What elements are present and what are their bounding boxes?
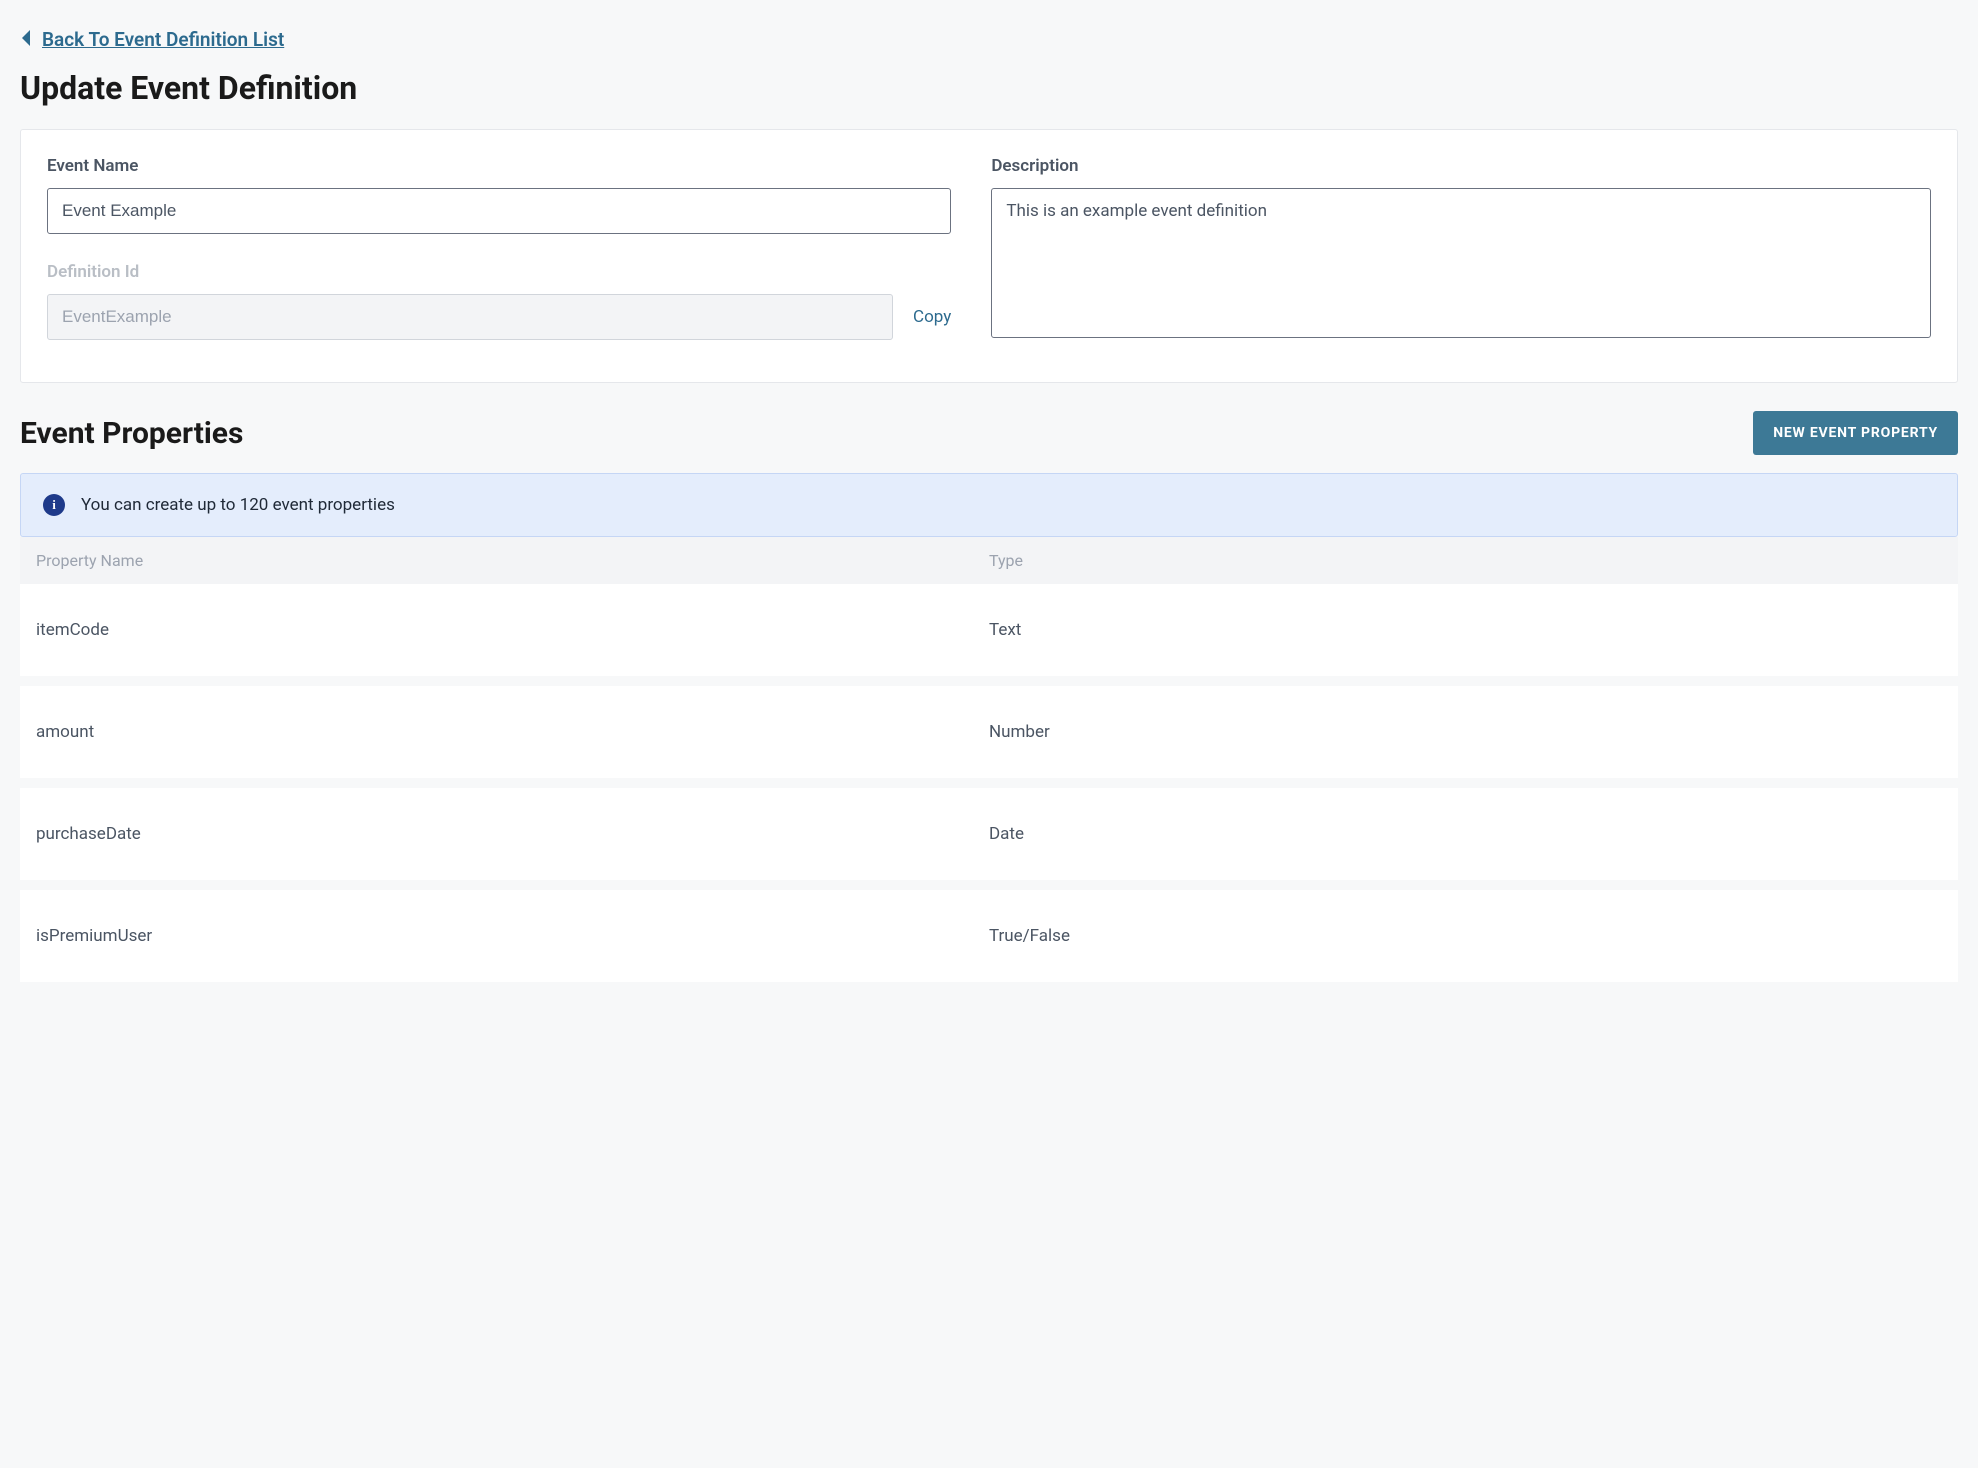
description-textarea[interactable] — [991, 188, 1931, 338]
property-type-cell: Number — [989, 722, 1942, 742]
property-type-cell: Date — [989, 824, 1942, 844]
property-type-cell: True/False — [989, 926, 1942, 946]
info-icon: i — [43, 494, 65, 516]
property-name-cell: amount — [36, 722, 989, 742]
header-property-name: Property Name — [36, 551, 989, 570]
info-banner: i You can create up to 120 event propert… — [20, 473, 1958, 537]
new-event-property-button[interactable]: NEW EVENT PROPERTY — [1753, 411, 1958, 455]
info-banner-text: You can create up to 120 event propertie… — [81, 495, 395, 515]
definition-id-input — [47, 294, 893, 340]
definition-id-label: Definition Id — [47, 262, 951, 282]
table-row[interactable]: amount Number — [20, 686, 1958, 778]
back-link-label: Back To Event Definition List — [42, 28, 284, 51]
property-name-cell: isPremiumUser — [36, 926, 989, 946]
table-row[interactable]: isPremiumUser True/False — [20, 890, 1958, 982]
property-type-cell: Text — [989, 620, 1942, 640]
description-label: Description — [991, 156, 1931, 176]
properties-table: Property Name Type itemCode Text amount … — [20, 537, 1958, 982]
event-name-label: Event Name — [47, 156, 951, 176]
copy-button[interactable]: Copy — [913, 307, 951, 327]
page-title: Update Event Definition — [20, 69, 1958, 107]
header-type: Type — [989, 551, 1942, 570]
caret-left-icon — [20, 28, 32, 51]
property-name-cell: itemCode — [36, 620, 989, 640]
event-definition-card: Event Name Definition Id Copy Descriptio… — [20, 129, 1958, 383]
table-row[interactable]: purchaseDate Date — [20, 788, 1958, 880]
event-name-input[interactable] — [47, 188, 951, 234]
table-header-row: Property Name Type — [20, 537, 1958, 584]
back-link[interactable]: Back To Event Definition List — [20, 28, 284, 51]
table-row[interactable]: itemCode Text — [20, 584, 1958, 676]
property-name-cell: purchaseDate — [36, 824, 989, 844]
event-properties-title: Event Properties — [20, 416, 243, 451]
